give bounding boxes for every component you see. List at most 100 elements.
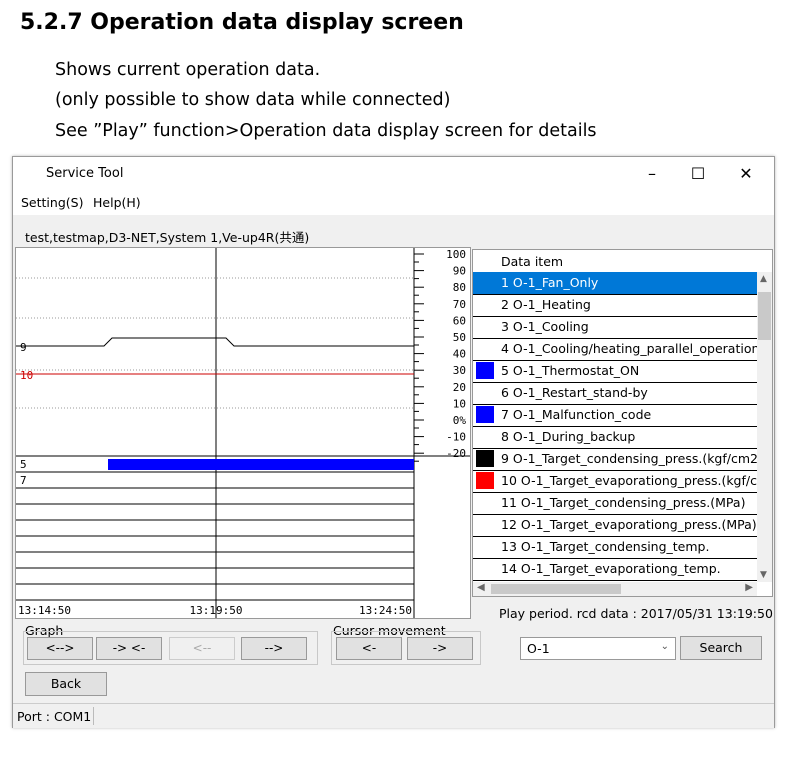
grid-row[interactable]: 5 O-1_Thermostat_ON — [473, 360, 757, 383]
row-color-swatch — [476, 318, 494, 335]
row-label: 10 O-1_Target_evaporationg_press.(kgf/cm… — [501, 473, 773, 488]
menu-help[interactable]: Help(H) — [93, 195, 141, 210]
play-period-info: Play period. rcd data : 2017/05/31 13:19… — [499, 606, 773, 621]
row-label: 2 O-1_Heating — [501, 297, 591, 312]
grid-row[interactable]: 1 O-1_Fan_Only — [473, 272, 757, 295]
time-label-end: 13:24:50 — [359, 604, 412, 617]
y-tick-label: 100 — [446, 248, 466, 261]
title-bar: Service Tool – ☐ ✕ — [13, 157, 774, 191]
y-tick-label: 30 — [453, 364, 466, 377]
scroll-left-icon[interactable]: ◀ — [477, 582, 485, 593]
status-bar: Port : COM1 — [13, 703, 774, 728]
bar-7-label: 7 — [20, 474, 27, 487]
service-tool-window: Service Tool – ☐ ✕ Setting(S) Help(H) te… — [12, 156, 775, 728]
row-color-swatch — [476, 472, 494, 489]
row-color-swatch — [476, 538, 494, 555]
maximize-button[interactable]: ☐ — [675, 161, 721, 187]
row-color-swatch — [476, 296, 494, 313]
row-color-swatch — [476, 406, 494, 423]
row-label: 8 O-1_During_backup — [501, 429, 636, 444]
vertical-scrollbar[interactable]: ▲ ▼ — [757, 272, 772, 582]
scroll-right-icon[interactable]: ▶ — [745, 582, 753, 593]
grid-row[interactable]: 12 O-1_Target_evaporationg_press.(MPa) — [473, 514, 757, 537]
description-line-2: (only possible to show data while connec… — [55, 90, 451, 110]
chart-canvas: 100 90 80 70 60 50 40 30 20 10 0% -10 -20 9 10 5 7 13:14:… — [16, 248, 470, 618]
y-tick-label: 20 — [453, 381, 466, 394]
grid-header: Data item — [473, 250, 757, 273]
scroll-thumb[interactable] — [758, 292, 771, 340]
grid-row[interactable]: 9 O-1_Target_condensing_press.(kgf/cm2) — [473, 448, 763, 471]
series-9-line — [16, 337, 414, 347]
grid-header-label: Data item — [501, 254, 564, 269]
row-label: 5 O-1_Thermostat_ON — [501, 363, 640, 378]
data-item-grid: Data item 1 O-1_Fan_Only 2 O-1_Heating 3 O… — [472, 249, 773, 597]
y-tick-label: -20 — [446, 447, 466, 460]
y-tick-label: 10 — [453, 397, 466, 410]
graph-shrink-button[interactable]: -> <- — [96, 637, 162, 660]
grid-row[interactable]: 10 O-1_Target_evaporationg_press.(kgf/cm… — [473, 470, 772, 493]
graph-expand-button[interactable]: <--> — [27, 637, 93, 660]
y-tick-label: -10 — [446, 431, 466, 444]
select-value: O-1 — [527, 641, 550, 656]
y-tick-label: 0% — [453, 414, 467, 427]
hscroll-thumb[interactable] — [491, 584, 621, 594]
port-status: Port : COM1 — [17, 709, 92, 724]
cursor-left-button[interactable]: <- — [336, 637, 402, 660]
y-tick-label: 40 — [453, 348, 466, 361]
y-tick-label: 70 — [453, 298, 466, 311]
series-5-bar — [108, 459, 414, 470]
menu-setting[interactable]: Setting(S) — [21, 195, 83, 210]
outdoor-unit-select[interactable]: O-1 ⌄ — [520, 637, 676, 660]
minimize-button[interactable]: – — [629, 161, 675, 187]
grid-row[interactable]: 14 O-1_Target_evaporationg_temp. — [473, 558, 757, 581]
grid-row[interactable]: 4 O-1_Cooling/heating_parallel_operation — [473, 338, 760, 361]
y-tick-label: 60 — [453, 314, 466, 327]
time-label-start: 13:14:50 — [18, 604, 71, 617]
grid-row[interactable]: 2 O-1_Heating — [473, 294, 757, 317]
graph-forward-button[interactable]: --> — [241, 637, 307, 660]
row-color-swatch — [476, 274, 494, 291]
search-button[interactable]: Search — [680, 636, 762, 660]
grid-row[interactable]: 7 O-1_Malfunction_code — [473, 404, 757, 427]
status-divider — [93, 707, 94, 725]
window-title: Service Tool — [46, 166, 124, 181]
row-color-swatch — [476, 340, 494, 357]
row-label: 3 O-1_Cooling — [501, 319, 589, 334]
grid-row[interactable]: 11 O-1_Target_condensing_press.(MPa) — [473, 492, 757, 515]
row-label: 11 O-1_Target_condensing_press.(MPa) — [501, 495, 746, 510]
row-label: 4 O-1_Cooling/heating_parallel_operation — [501, 341, 760, 356]
grid-row[interactable]: 8 O-1_During_backup — [473, 426, 757, 449]
cursor-right-button[interactable]: -> — [407, 637, 473, 660]
description-line-1: Shows current operation data. — [55, 60, 321, 80]
bar-5-label: 5 — [20, 458, 27, 471]
row-color-swatch — [476, 384, 494, 401]
row-label: 7 O-1_Malfunction_code — [501, 407, 652, 422]
row-label: 13 O-1_Target_condensing_temp. — [501, 539, 710, 554]
time-label-mid: 13:19:50 — [190, 604, 243, 617]
series-10-label: 10 — [20, 369, 33, 382]
grid-row[interactable]: 13 O-1_Target_condensing_temp. — [473, 536, 757, 559]
back-button[interactable]: Back — [25, 672, 107, 696]
row-label: 1 O-1_Fan_Only — [501, 275, 599, 290]
y-tick-label: 50 — [453, 331, 466, 344]
row-label: 12 O-1_Target_evaporationg_press.(MPa) — [501, 517, 757, 532]
row-color-swatch — [476, 560, 494, 577]
section-heading: 5.2.7 Operation data display screen — [20, 10, 464, 35]
y-tick-label: 80 — [453, 281, 466, 294]
grid-row[interactable]: 6 O-1_Restart_stand-by — [473, 382, 757, 405]
row-label: 14 O-1_Target_evaporationg_temp. — [501, 561, 721, 576]
grid-row[interactable]: 3 O-1_Cooling — [473, 316, 757, 339]
scroll-down-icon[interactable]: ▼ — [760, 570, 767, 580]
graph-back-button[interactable]: <-- — [169, 637, 235, 660]
close-button[interactable]: ✕ — [723, 161, 769, 187]
horizontal-scrollbar[interactable]: ◀ ▶ — [473, 582, 757, 596]
description-line-3: See ”Play” function>Operation data displ… — [55, 121, 597, 141]
row-color-swatch — [476, 362, 494, 379]
row-color-swatch — [476, 494, 494, 511]
row-color-swatch — [476, 450, 494, 467]
scroll-up-icon[interactable]: ▲ — [760, 274, 767, 284]
chevron-down-icon[interactable]: ⌄ — [661, 641, 669, 652]
row-color-swatch — [476, 516, 494, 533]
series-9-label: 9 — [20, 341, 27, 354]
connection-info: test,testmap,D3-NET,System 1,Ve-up4R(共通) — [25, 230, 310, 245]
